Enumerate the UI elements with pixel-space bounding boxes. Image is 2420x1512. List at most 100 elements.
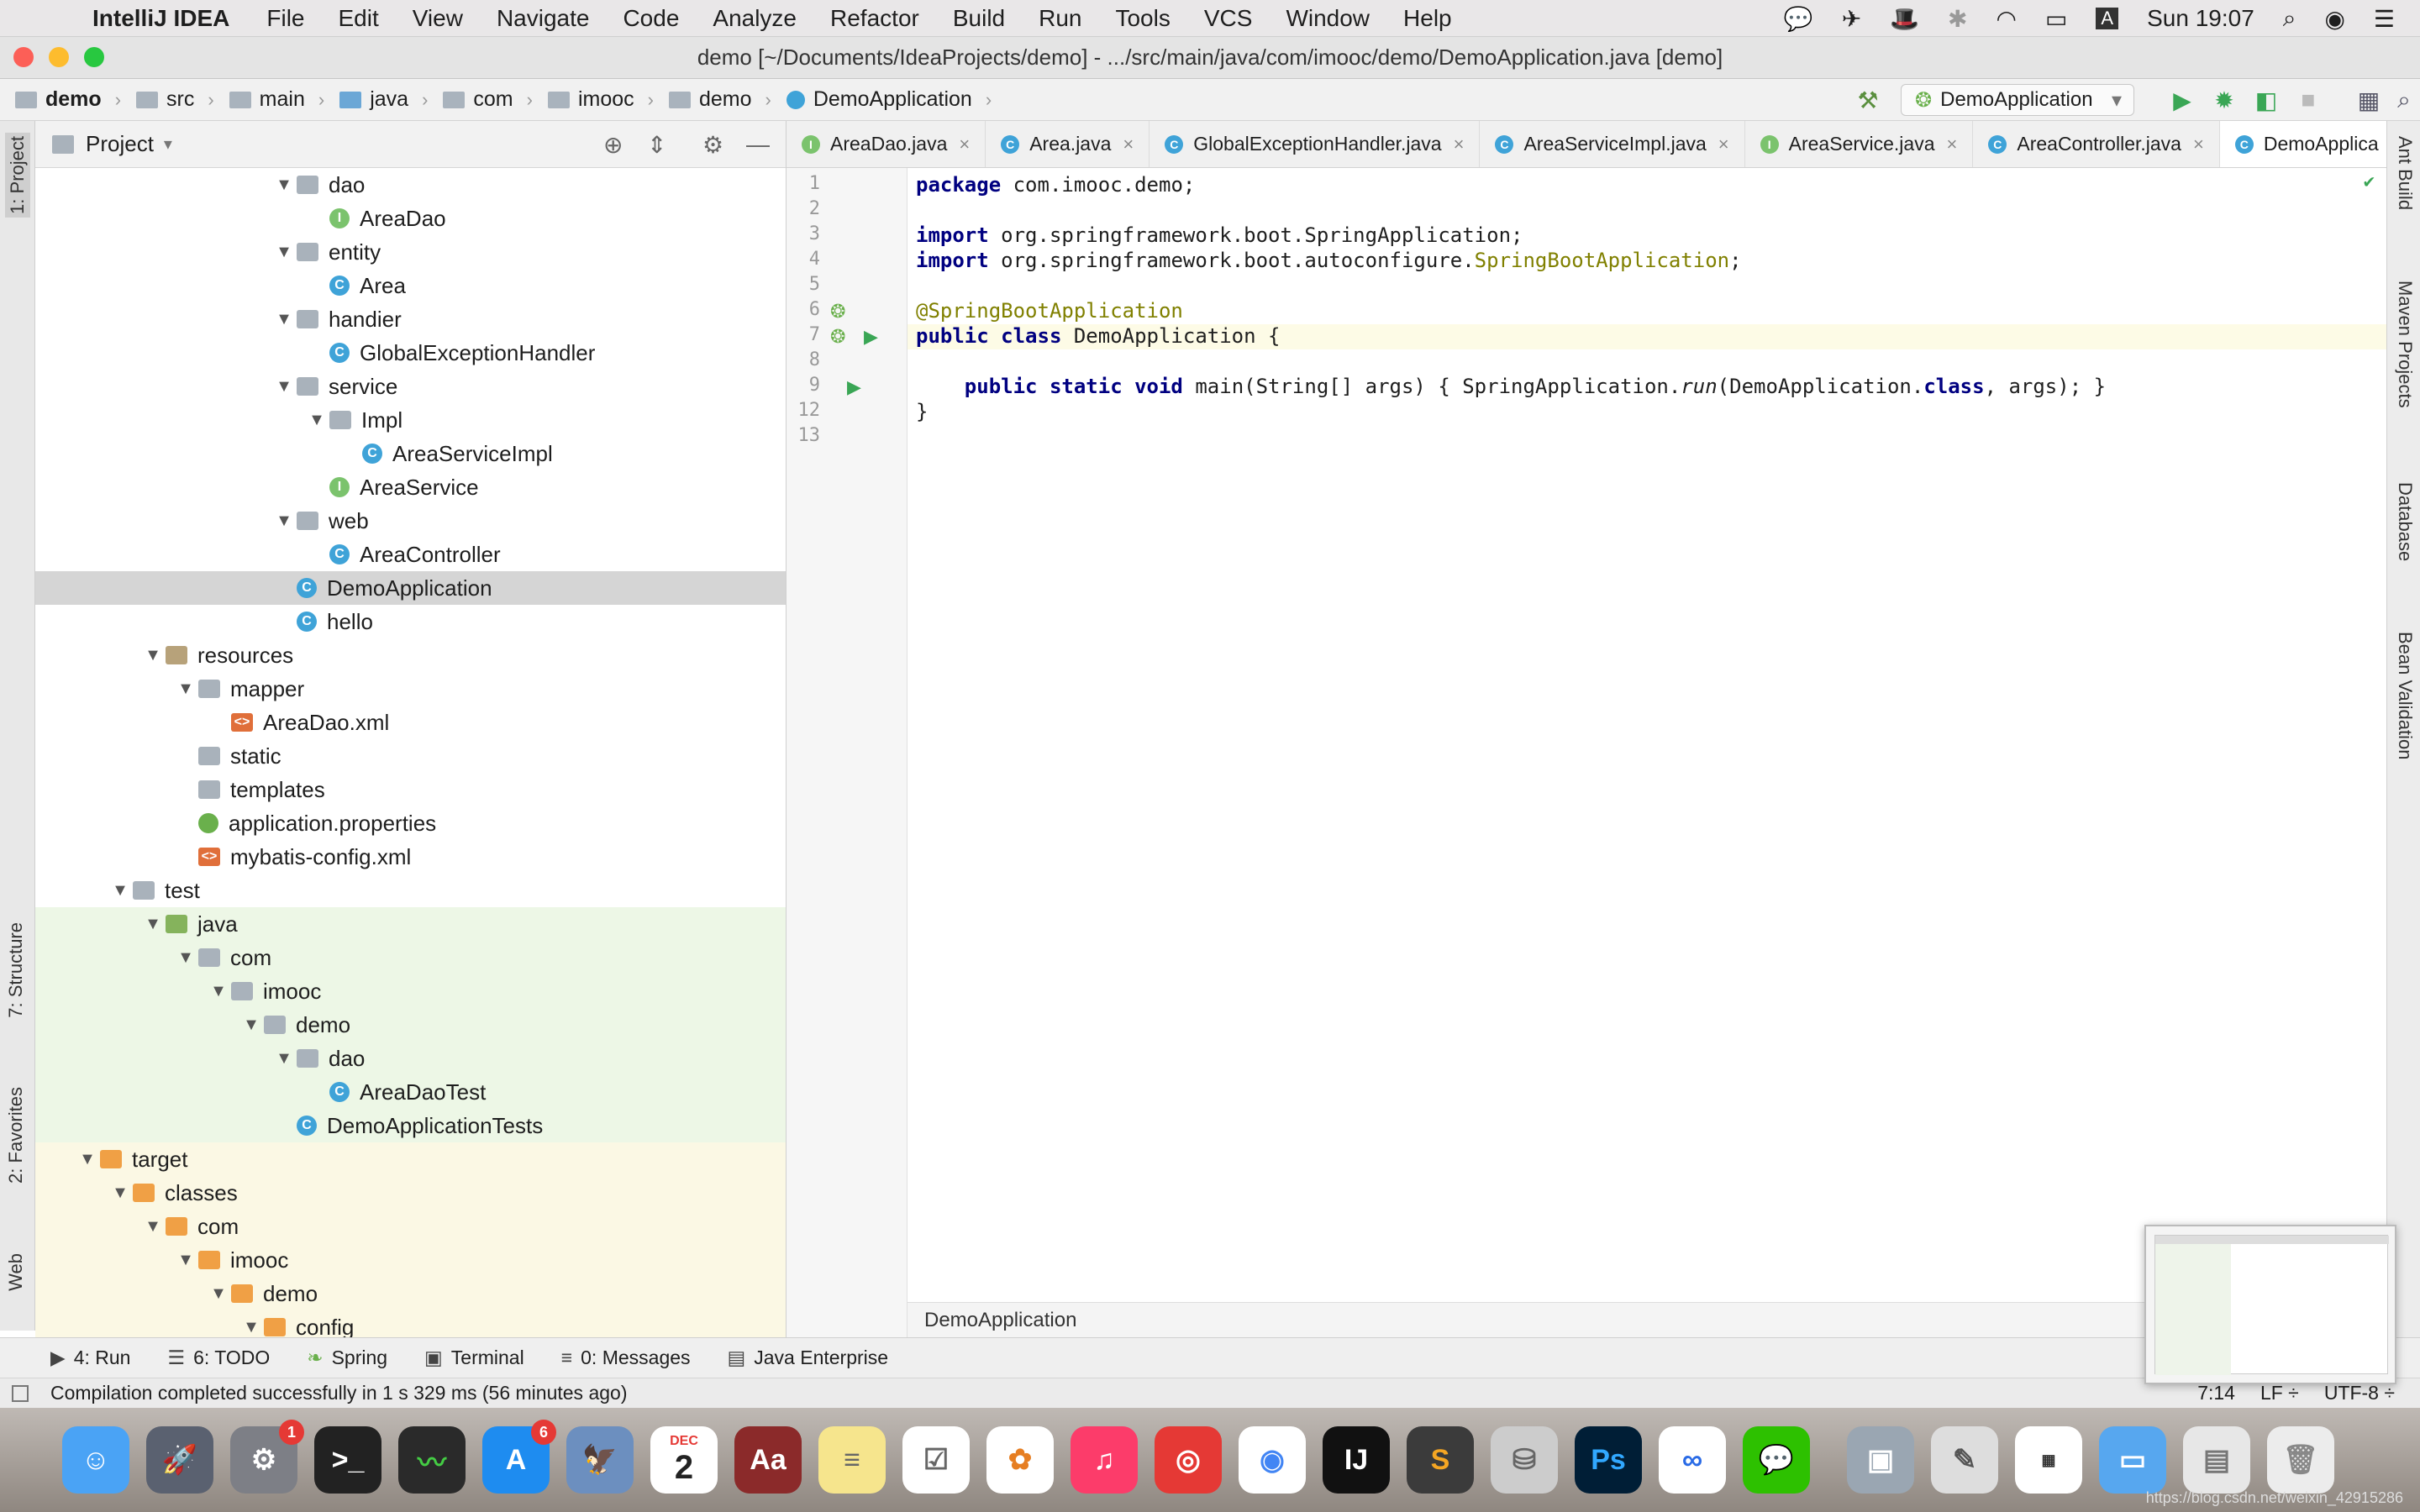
tool-java-enterprise[interactable]: ▤ Java Enterprise (728, 1347, 889, 1369)
tree-item[interactable]: application.properties (35, 806, 786, 840)
tree-item[interactable]: ▼ java (35, 907, 786, 941)
menu-run[interactable]: Run (1039, 5, 1081, 32)
breadcrumb-src[interactable]: src › (136, 87, 214, 112)
run-with-coverage-icon[interactable]: ◧ (2252, 86, 2281, 114)
tree-item[interactable]: templates (35, 773, 786, 806)
tree-item[interactable]: ▼ target (35, 1142, 786, 1176)
intellij-idea-icon[interactable]: IJ (1323, 1426, 1390, 1494)
minimize-window-button[interactable] (49, 47, 69, 67)
menu-window[interactable]: Window (1286, 5, 1370, 32)
tree-item[interactable]: static (35, 739, 786, 773)
tool-terminal[interactable]: ▣ Terminal (424, 1347, 524, 1369)
menu-view[interactable]: View (413, 5, 463, 32)
tool-tab-structure[interactable]: 7: Structure (5, 922, 27, 1018)
wechat-icon[interactable]: 💬 (1743, 1426, 1810, 1494)
chevron-down-icon[interactable]: ▼ (108, 881, 133, 900)
tree-item[interactable]: ▼ dao (35, 168, 786, 202)
chevron-down-icon[interactable]: ▼ (108, 1184, 133, 1203)
zoom-window-button[interactable] (84, 47, 104, 67)
run-icon[interactable]: ▶ (2168, 86, 2196, 114)
editor-tab[interactable]: C GlobalExceptionHandler.java × (1150, 121, 1481, 167)
editor-tab[interactable]: C DemoApplica (2219, 121, 2386, 167)
trash-icon[interactable]: 🗑 (2267, 1426, 2334, 1494)
spring-bean-gutter-icon[interactable]: ❂ (830, 301, 845, 323)
netease-music-icon[interactable]: ◎ (1155, 1426, 1222, 1494)
spotlight-icon[interactable]: ⌕ (2283, 5, 2296, 33)
chevron-down-icon[interactable]: ▼ (271, 512, 297, 531)
chevron-down-icon[interactable]: ▼ (75, 1150, 100, 1169)
hide-panel-icon[interactable]: — (746, 131, 770, 158)
chevron-down-icon[interactable]: ▼ (271, 243, 297, 262)
menu-analyze[interactable]: Analyze (713, 5, 797, 32)
breadcrumb-demo-package[interactable]: demo › (668, 87, 771, 112)
menu-clock[interactable]: Sun 19:07 (2147, 5, 2254, 32)
caret-position[interactable]: 7:14 (2197, 1382, 2235, 1404)
input-source-icon[interactable]: A (2096, 8, 2119, 29)
close-icon[interactable]: × (2193, 134, 2204, 155)
bluetooth-icon[interactable]: ✱ (1948, 5, 1967, 33)
chevron-down-icon[interactable]: ▼ (140, 1217, 166, 1236)
breadcrumb-demoapplication[interactable]: DemoApplication › (786, 87, 992, 112)
tree-item[interactable]: Chello (35, 605, 786, 638)
chevron-down-icon[interactable]: ▼ (140, 646, 166, 665)
line-separator[interactable]: LF ÷ (2260, 1382, 2299, 1404)
menu-tools[interactable]: Tools (1115, 5, 1170, 32)
tree-item[interactable]: <> AreaDao.xml (35, 706, 786, 739)
tool-tab-web[interactable]: Web (5, 1253, 27, 1291)
stop-icon[interactable]: ■ (2294, 86, 2323, 114)
preview-icon[interactable]: 🦅 (566, 1426, 634, 1494)
tool-run[interactable]: ▶ 4: Run (50, 1347, 130, 1369)
run-gutter-icon[interactable]: ▶ (864, 326, 878, 348)
photoshop-icon[interactable]: Ps (1575, 1426, 1642, 1494)
project-panel-title[interactable]: Project (86, 131, 154, 157)
terminal-icon[interactable]: >_ (314, 1426, 381, 1494)
tree-item[interactable]: ▼ entity (35, 235, 786, 269)
inspection-ok-icon[interactable]: ✔ (2364, 171, 2375, 192)
menu-file[interactable]: File (266, 5, 304, 32)
chevron-down-icon[interactable]: ▼ (173, 1251, 198, 1270)
battery-icon[interactable]: ▭ (2045, 5, 2067, 33)
tree-item[interactable]: C GlobalExceptionHandler (35, 336, 786, 370)
chevron-down-icon[interactable]: ▼ (271, 176, 297, 195)
close-icon[interactable]: × (1947, 134, 1958, 155)
chevron-down-icon[interactable]: ▼ (173, 948, 198, 968)
editor-tab[interactable]: I AreaDao.java × (786, 121, 986, 167)
dictionary-icon[interactable]: Aa (734, 1426, 802, 1494)
app-store-icon[interactable]: A6 (482, 1420, 556, 1494)
wechat-icon[interactable]: 💬 (1784, 5, 1813, 33)
menu-vcs[interactable]: VCS (1204, 5, 1253, 32)
chevron-down-icon[interactable]: ▼ (206, 1284, 231, 1304)
tool-messages[interactable]: ≡ 0: Messages (561, 1347, 691, 1369)
close-icon[interactable]: × (959, 134, 970, 155)
breadcrumb-imooc[interactable]: imooc › (547, 87, 654, 112)
tool-tab-maven-projects[interactable]: Maven Projects (2394, 281, 2416, 408)
tool-tab-favorites[interactable]: 2: Favorites (5, 1087, 27, 1184)
menu-code[interactable]: Code (623, 5, 679, 32)
tree-item[interactable]: ▼ service (35, 370, 786, 403)
gear-icon[interactable]: ⚙ (702, 131, 723, 159)
breadcrumb-main[interactable]: main › (229, 87, 324, 112)
sublime-text-icon[interactable]: S (1407, 1426, 1474, 1494)
breadcrumb-com[interactable]: com › (443, 87, 533, 112)
tree-item[interactable]: C DemoApplicationTests (35, 1109, 786, 1142)
tree-item[interactable]: ▼ com (35, 1210, 786, 1243)
tree-item[interactable]: C Area (35, 269, 786, 302)
close-icon[interactable]: × (1123, 134, 1134, 155)
activity-monitor-icon[interactable]: 〰 (398, 1426, 466, 1494)
text-edit-icon[interactable]: ✎ (1931, 1426, 1998, 1494)
send-icon[interactable]: ✈ (1842, 5, 1861, 33)
tree-item[interactable]: ▼ imooc (35, 974, 786, 1008)
tree-item[interactable]: ▼ test (35, 874, 786, 907)
spring-bean-gutter-icon[interactable]: ❂ (830, 326, 845, 348)
close-icon[interactable]: × (1454, 134, 1465, 155)
chevron-down-icon[interactable]: ▼ (304, 411, 329, 430)
tree-item[interactable]: ▼ mapper (35, 672, 786, 706)
build-hammer-icon[interactable]: ⚒ (1854, 86, 1882, 114)
tree-item[interactable]: ▼ classes (35, 1176, 786, 1210)
database-app-icon[interactable]: ⛁ (1491, 1426, 1558, 1494)
document-thumbnail-icon[interactable]: ▦ (2015, 1426, 2082, 1494)
tree-item[interactable]: ▼ demo (35, 1277, 786, 1310)
menu-edit[interactable]: Edit (339, 5, 379, 32)
locate-icon[interactable]: ⊕ (603, 131, 623, 159)
tool-spring[interactable]: ❧ Spring (307, 1347, 387, 1369)
